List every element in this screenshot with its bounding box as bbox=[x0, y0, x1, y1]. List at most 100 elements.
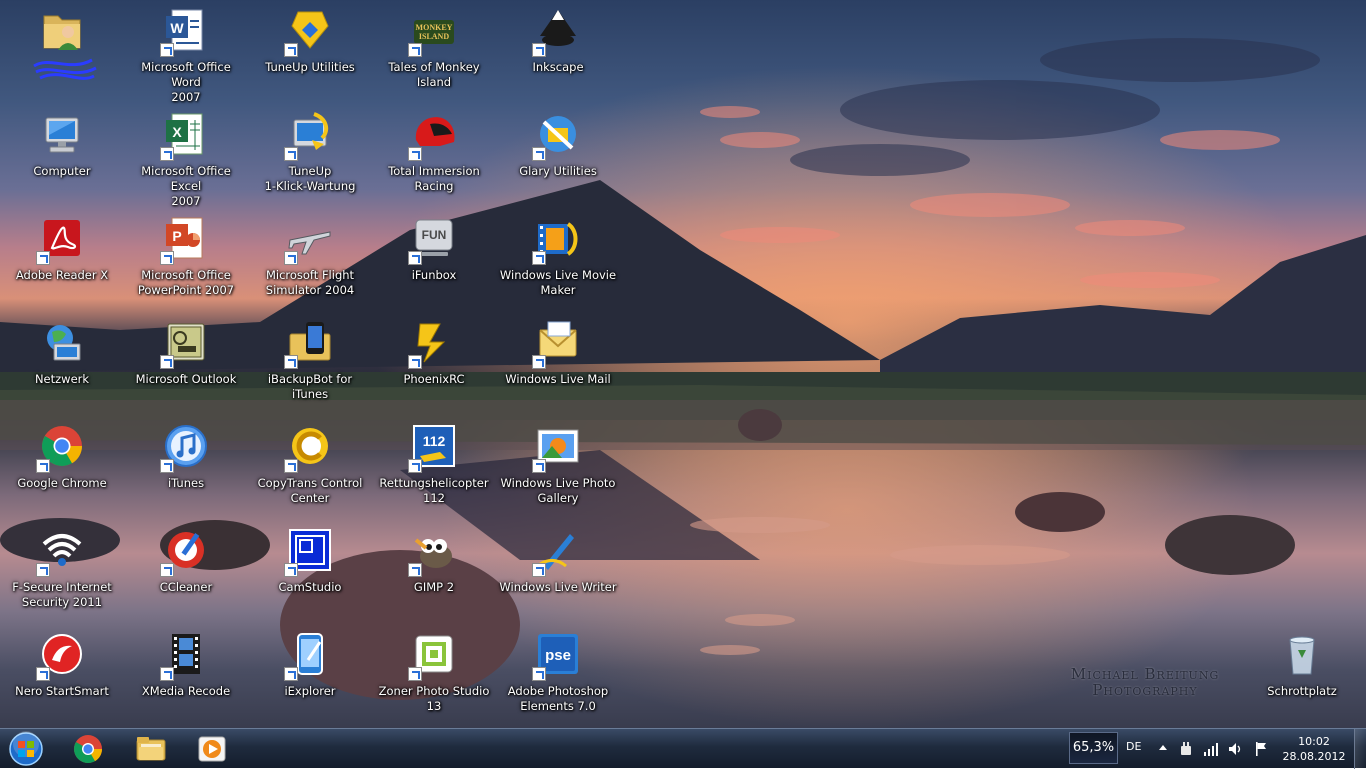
battery-percent-gadget[interactable]: 65,3% bbox=[1069, 732, 1118, 764]
desktop-icon[interactable]: Schrottplatz bbox=[1242, 626, 1362, 726]
desktop-icon[interactable]: pse Adobe Photoshop Elements 7.0 bbox=[498, 626, 618, 726]
photographer-watermark: Michael Breitung Photography bbox=[1040, 666, 1250, 698]
desktop-icon[interactable]: Netzwerk bbox=[2, 314, 122, 414]
shortcut-arrow-icon bbox=[408, 563, 422, 577]
clock[interactable]: 10:02 28.08.2012 bbox=[1278, 734, 1350, 764]
clock-date: 28.08.2012 bbox=[1282, 750, 1346, 763]
desktop-icon-label: CopyTrans Control Center bbox=[257, 476, 363, 505]
zoner-icon bbox=[408, 630, 458, 681]
clock-time: 10:02 bbox=[1298, 735, 1330, 748]
desktop-icon[interactable]: CamStudio bbox=[250, 522, 370, 622]
desktop-icon[interactable]: XMedia Recode bbox=[126, 626, 246, 726]
ifunbox-icon: FUN bbox=[408, 214, 458, 265]
desktop-icon[interactable]: Microsoft Outlook bbox=[126, 314, 246, 414]
desktop-icon[interactable]: Microsoft Flight Simulator 2004 bbox=[250, 210, 370, 310]
desktop-icon[interactable]: Total Immersion Racing bbox=[374, 106, 494, 206]
shortcut-arrow-icon bbox=[532, 147, 546, 161]
svg-text:P: P bbox=[172, 228, 181, 244]
powerpoint-icon: P bbox=[160, 214, 210, 265]
volume-icon[interactable] bbox=[1228, 741, 1244, 757]
chrome-icon bbox=[74, 735, 102, 763]
svg-text:112: 112 bbox=[423, 433, 446, 449]
desktop-icon[interactable]: Nero StartSmart bbox=[2, 626, 122, 726]
show-hidden-icons-arrow-icon[interactable] bbox=[1158, 741, 1168, 755]
show-desktop-button[interactable] bbox=[1354, 729, 1366, 769]
shortcut-arrow-icon bbox=[160, 667, 174, 681]
shortcut-arrow-icon bbox=[532, 43, 546, 57]
desktop-icon-label: XMedia Recode bbox=[141, 684, 231, 698]
desktop-icon-label: Computer bbox=[33, 164, 91, 178]
desktop-icon-label: Windows Live Writer bbox=[499, 580, 617, 594]
language-indicator[interactable]: DE bbox=[1126, 740, 1141, 753]
desktop-icon[interactable]: W Microsoft Office Word 2007 bbox=[126, 2, 246, 104]
action-center-flag-icon[interactable] bbox=[1253, 741, 1269, 757]
shortcut-arrow-icon bbox=[532, 459, 546, 473]
desktop-icon[interactable]: 112 Rettungshelicopter 112 bbox=[374, 418, 494, 518]
shortcut-arrow-icon bbox=[284, 43, 298, 57]
shortcut-arrow-icon bbox=[284, 355, 298, 369]
desktop-icon[interactable]: iBackupBot for iTunes bbox=[250, 314, 370, 414]
desktop-icon[interactable]: Google Chrome bbox=[2, 418, 122, 518]
desktop-icon[interactable]: MONKEY ISLAND Tales of Monkey Island bbox=[374, 2, 494, 102]
desktop-icon[interactable]: FUN iFunbox bbox=[374, 210, 494, 310]
excel-icon: X bbox=[160, 110, 210, 161]
desktop-icon[interactable]: Computer bbox=[2, 106, 122, 206]
desktop-icon[interactable]: iExplorer bbox=[250, 626, 370, 726]
taskbar-media-player-button[interactable] bbox=[188, 731, 236, 767]
desktop-icon[interactable]: iTunes bbox=[126, 418, 246, 518]
desktop-icon[interactable]: CCleaner bbox=[126, 522, 246, 622]
fsecure-icon bbox=[36, 526, 86, 577]
desktop-icon-label: F-Secure Internet Security 2011 bbox=[12, 580, 112, 609]
word-icon: W bbox=[160, 6, 210, 57]
start-button[interactable] bbox=[6, 730, 46, 768]
desktop-icon-label: Schrottplatz bbox=[1267, 684, 1337, 698]
desktop-icon[interactable]: Windows Live Photo Gallery bbox=[498, 418, 618, 518]
desktop-icon[interactable]: GIMP 2 bbox=[374, 522, 494, 622]
desktop-icon[interactable]: TuneUp 1-Klick-Wartung bbox=[250, 106, 370, 206]
explorer-icon bbox=[136, 737, 166, 761]
itunes-icon bbox=[160, 422, 210, 473]
desktop-icon[interactable]: X Microsoft Office Excel 2007 bbox=[126, 106, 246, 208]
desktop-icon[interactable]: CopyTrans Control Center bbox=[250, 418, 370, 518]
iexplorer-icon bbox=[284, 630, 334, 681]
desktop-icon-label: Netzwerk bbox=[34, 372, 90, 386]
svg-text:W: W bbox=[170, 20, 184, 36]
shortcut-arrow-icon bbox=[408, 251, 422, 265]
watermark-line1: Michael Breitung bbox=[1070, 665, 1220, 683]
desktop-icon[interactable]: F-Secure Internet Security 2011 bbox=[2, 522, 122, 622]
desktop-icon[interactable]: Zoner Photo Studio 13 bbox=[374, 626, 494, 726]
svg-text:MONKEY: MONKEY bbox=[416, 23, 453, 32]
power-plug-icon[interactable] bbox=[1178, 741, 1194, 757]
desktop[interactable]: Computer Adobe Reader X Netzwerk Google Chr… bbox=[0, 0, 1366, 728]
shortcut-arrow-icon bbox=[36, 667, 50, 681]
taskbar-chrome-button[interactable] bbox=[64, 731, 112, 767]
film-icon bbox=[160, 630, 210, 681]
monkey-island-icon: MONKEY ISLAND bbox=[408, 6, 458, 57]
photoshop-icon: pse bbox=[532, 630, 582, 681]
desktop-icon-label: iBackupBot for iTunes bbox=[267, 372, 353, 401]
desktop-icon[interactable]: Windows Live Mail bbox=[498, 314, 618, 414]
desktop-icon[interactable]: P Microsoft Office PowerPoint 2007 bbox=[126, 210, 246, 310]
copytrans-icon bbox=[284, 422, 334, 473]
desktop-icon[interactable] bbox=[2, 2, 122, 102]
shortcut-arrow-icon bbox=[408, 459, 422, 473]
desktop-icon[interactable]: Windows Live Writer bbox=[498, 522, 618, 622]
network-signal-icon[interactable] bbox=[1203, 741, 1219, 757]
rettungshelicopter-icon: 112 bbox=[408, 422, 458, 473]
desktop-icon[interactable]: Windows Live Movie Maker bbox=[498, 210, 618, 310]
tuneup-1click-icon bbox=[284, 110, 334, 161]
desktop-icon-label: Windows Live Mail bbox=[505, 372, 611, 386]
desktop-icon[interactable]: Glary Utilities bbox=[498, 106, 618, 206]
desktop-icon-label: Microsoft Office Excel 2007 bbox=[141, 164, 231, 208]
taskbar-explorer-button[interactable] bbox=[126, 731, 174, 767]
shortcut-arrow-icon bbox=[532, 355, 546, 369]
desktop-icon-label: Glary Utilities bbox=[519, 164, 597, 178]
shortcut-arrow-icon bbox=[284, 147, 298, 161]
svg-text:FUN: FUN bbox=[422, 228, 447, 242]
shortcut-arrow-icon bbox=[160, 251, 174, 265]
watermark-line2: Photography bbox=[1092, 681, 1198, 699]
desktop-icon[interactable]: Inkscape bbox=[498, 2, 618, 102]
desktop-icon[interactable]: TuneUp Utilities bbox=[250, 2, 370, 102]
desktop-icon[interactable]: PhoenixRC bbox=[374, 314, 494, 414]
desktop-icon[interactable]: Adobe Reader X bbox=[2, 210, 122, 310]
